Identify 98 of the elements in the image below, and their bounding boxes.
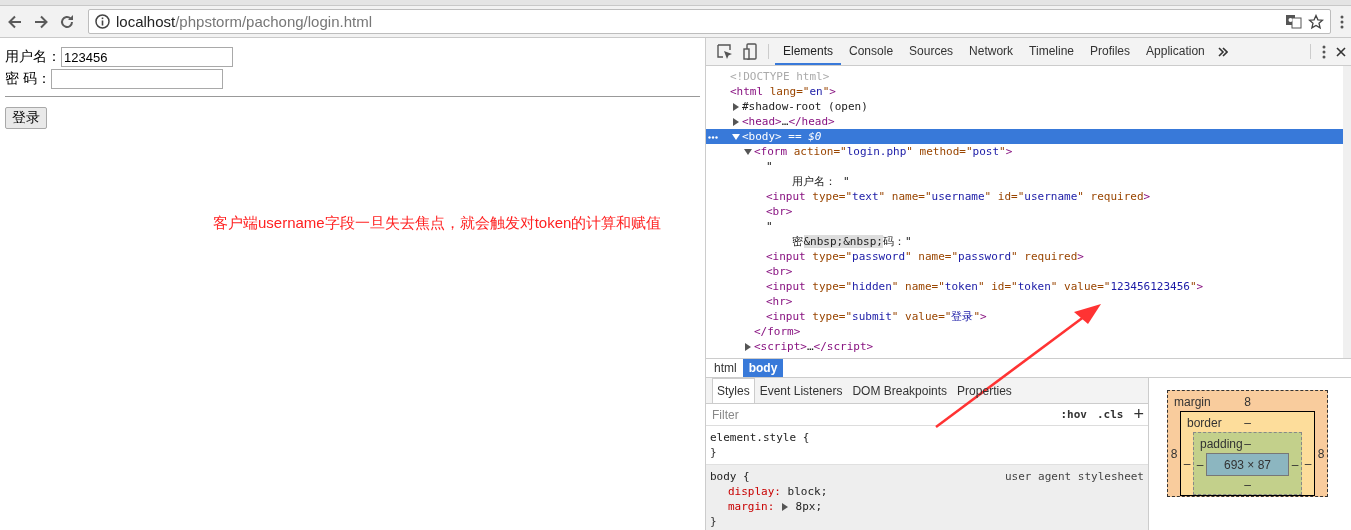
- more-icon: [708, 136, 718, 139]
- dom-tree-row[interactable]: <body> == $0: [706, 129, 1343, 144]
- add-rule-button[interactable]: +: [1133, 404, 1144, 425]
- disclosure-triangle-icon[interactable]: [744, 342, 752, 351]
- menu-icon: [1339, 13, 1345, 30]
- styles-tab[interactable]: Event Listeners: [754, 378, 848, 403]
- box-model-label: margin: [1174, 395, 1212, 409]
- address-bar[interactable]: localhost/phpstorm/pachong/login.html: [88, 9, 1331, 34]
- code-line: 密&nbsp;&nbsp;码：": [791, 234, 912, 249]
- dom-tree-row[interactable]: <input type="text" name="username" id="username" required>: [706, 189, 1343, 204]
- box-model-value: –: [1182, 456, 1192, 471]
- dom-tree-row[interactable]: <script>…</script>: [706, 339, 1343, 354]
- rule-source: user agent stylesheet: [1004, 469, 1144, 484]
- code-line: <hr>: [766, 294, 793, 309]
- box-model-value: 8: [1244, 395, 1251, 409]
- disclosure-triangle-icon[interactable]: [732, 117, 740, 126]
- css-property: display:: [728, 484, 781, 499]
- url-text: localhost/phpstorm/pachong/login.html: [116, 13, 373, 30]
- inspect-icon: [717, 43, 733, 60]
- devtools-tab[interactable]: Sources: [901, 38, 962, 65]
- dom-tree-row[interactable]: <form action="login.php" method="post">: [706, 144, 1343, 159]
- css-value: 8px;: [794, 499, 823, 514]
- dom-tree-row[interactable]: 密&nbsp;&nbsp;码：": [706, 234, 1343, 249]
- input-field[interactable]: [50, 69, 223, 89]
- rule-close: }: [710, 514, 718, 529]
- dom-tree-row[interactable]: <input type="submit" value="登录">: [706, 309, 1343, 324]
- dom-tree-row[interactable]: 用户名： ": [706, 174, 1343, 189]
- code-line: <form action="login.php" method="post">: [754, 144, 1013, 159]
- code-line: <head>…</head>: [742, 114, 835, 129]
- more-tabs-icon: [1217, 46, 1228, 57]
- rule-selector: body {: [710, 469, 751, 484]
- box-model-value: –: [1244, 437, 1251, 451]
- box-model-value: –: [1243, 477, 1252, 494]
- devtools-tab[interactable]: Timeline: [1021, 38, 1082, 65]
- dom-tree-row[interactable]: <br>: [706, 264, 1343, 279]
- kebab-menu-icon: [1322, 44, 1326, 59]
- devtools-tab[interactable]: Network: [961, 38, 1022, 65]
- info-icon: [95, 14, 110, 29]
- dom-tree-row[interactable]: <hr>: [706, 294, 1343, 309]
- code-line: ": [766, 159, 773, 174]
- breadcrumb-item[interactable]: html: [708, 359, 743, 377]
- devtools-tab[interactable]: Elements: [775, 38, 842, 65]
- breadcrumb-item[interactable]: body: [742, 359, 784, 377]
- box-model-value: –: [1195, 457, 1205, 472]
- rule-close: }: [710, 445, 718, 460]
- box-model-value: –: [1244, 416, 1251, 430]
- css-value: block;: [787, 484, 828, 499]
- box-model-label: border: [1187, 416, 1223, 430]
- code-line: <input type="text" name="username" id="username" required>: [766, 189, 1151, 204]
- code-line: <script>…</script>: [754, 339, 874, 354]
- star-icon: [1308, 13, 1324, 30]
- dom-tree-row[interactable]: ": [706, 159, 1343, 174]
- dom-tree-row[interactable]: <head>…</head>: [706, 114, 1343, 129]
- box-model-value: –: [1303, 456, 1313, 471]
- code-line: </form>: [754, 324, 801, 339]
- cls-button[interactable]: .cls: [1097, 408, 1124, 421]
- rule-selector: element.style {: [710, 430, 811, 445]
- device-icon: [743, 43, 757, 60]
- css-property: margin:: [728, 499, 775, 514]
- styles-tab[interactable]: Styles: [712, 378, 755, 403]
- code-line: ": [766, 219, 773, 234]
- dom-tree-row[interactable]: #shadow-root (open): [706, 99, 1343, 114]
- disclosure-triangle-icon[interactable]: [732, 132, 740, 141]
- field-label: 密 码：: [5, 70, 51, 88]
- code-line: <input type="submit" value="登录">: [766, 309, 987, 324]
- dom-tree-row[interactable]: ": [706, 219, 1343, 234]
- code-line: <input type="password" name="password" required>: [766, 249, 1084, 264]
- close-icon: [1336, 46, 1346, 57]
- box-model-value: –: [1290, 457, 1300, 472]
- disclosure-triangle-icon[interactable]: [744, 147, 752, 156]
- devtools-tab[interactable]: Profiles: [1082, 38, 1139, 65]
- code-line: <br>: [766, 204, 793, 219]
- hov-button[interactable]: :hov: [1060, 408, 1087, 421]
- dom-tree-row[interactable]: <input type="password" name="password" required>: [706, 249, 1343, 264]
- dom-tree-row[interactable]: <input type="hidden" name="token" id="token" value="123456123456">: [706, 279, 1343, 294]
- annotation-text: 客户端username字段一旦失去焦点，就会触发对token的计算和赋值: [213, 214, 663, 233]
- login-button[interactable]: 登录: [5, 107, 47, 129]
- code-line: 用户名： ": [791, 174, 850, 189]
- expand-triangle-icon: [781, 502, 789, 511]
- code-line: <html lang="en">: [730, 84, 836, 99]
- code-line: <br>: [766, 264, 793, 279]
- code-line: <input type="hidden" name="token" id="token" value="123456123456">: [766, 279, 1204, 294]
- devtools-tab[interactable]: Application: [1138, 38, 1213, 65]
- dom-tree-row[interactable]: <html lang="en">: [706, 84, 1343, 99]
- devtools-tab[interactable]: Console: [841, 38, 902, 65]
- content-box: 693 × 87: [1206, 453, 1289, 476]
- code-line: <!DOCTYPE html>: [730, 69, 830, 84]
- box-model-value: 8: [1316, 446, 1326, 461]
- code-line: <body> == $0: [742, 129, 822, 144]
- code-line: #shadow-root (open): [742, 99, 868, 114]
- dom-tree-row[interactable]: <br>: [706, 204, 1343, 219]
- input-field[interactable]: 123456: [61, 47, 233, 67]
- box-model-value: 8: [1169, 446, 1179, 461]
- translate-icon: [1286, 14, 1302, 29]
- field-label: 用户名：: [5, 48, 61, 66]
- box-model-label: padding: [1200, 437, 1244, 451]
- disclosure-triangle-icon[interactable]: [732, 102, 740, 111]
- styles-tab[interactable]: DOM Breakpoints: [847, 378, 953, 403]
